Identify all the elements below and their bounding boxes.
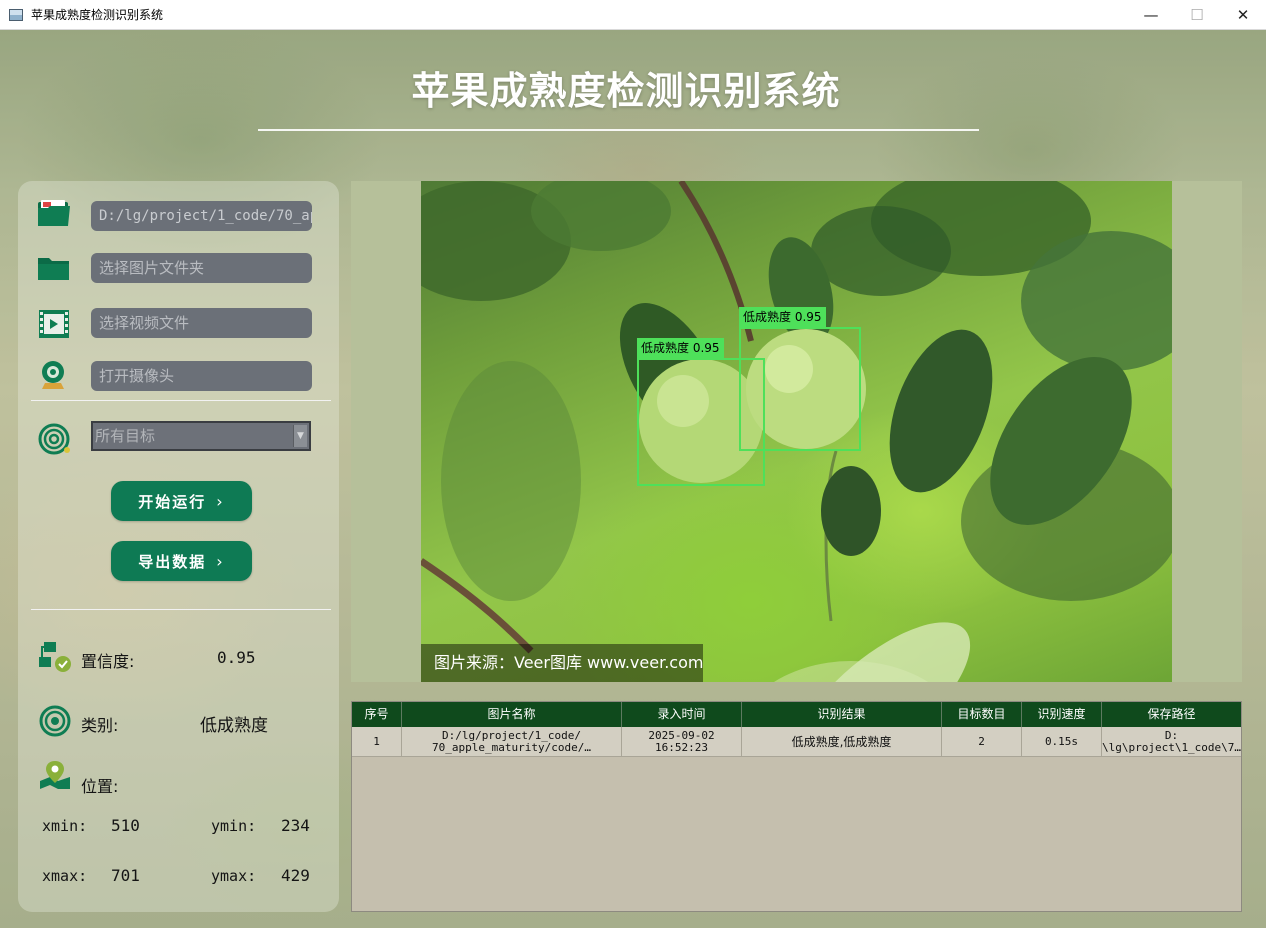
table-cell: 0.15s [1022, 727, 1102, 756]
table-cell: 1 [352, 727, 402, 756]
confidence-label: 置信度: [81, 652, 135, 671]
page-title: 苹果成熟度检测识别系统 [411, 69, 841, 113]
folder-icon[interactable] [36, 252, 72, 284]
chevron-right-icon: › [216, 551, 225, 571]
close-button[interactable]: ✕ [1220, 0, 1266, 30]
chevron-right-icon: › [216, 491, 225, 511]
detection-box[interactable] [739, 327, 861, 451]
table-cell: D:/lg/project/1_code/ 70_apple_maturity/… [402, 727, 622, 756]
ymin-label: ymin: [211, 817, 257, 835]
xmax-label: xmax: [42, 867, 88, 885]
table-header: 序号 图片名称 录入时间 识别结果 目标数目 识别速度 保存路径 [352, 702, 1241, 727]
export-button-label: 导出数据 [138, 552, 207, 571]
class-value: 低成熟度 [200, 716, 268, 736]
image-watermark: 图片来源：Veer图库 www.veer.com [421, 644, 703, 682]
detection-label: 低成熟度 0.95 [637, 338, 724, 358]
table-cell: 低成熟度,低成熟度 [742, 727, 942, 756]
column-header[interactable]: 保存路径 [1102, 702, 1241, 727]
app-icon [9, 8, 23, 21]
column-header[interactable]: 序号 [352, 702, 402, 727]
folder-select-field[interactable]: 选择图片文件夹 [91, 253, 312, 283]
maximize-button[interactable]: ☐ [1174, 0, 1220, 30]
xmin-value: 510 [111, 816, 140, 835]
window-controls: — ☐ ✕ [1128, 0, 1266, 30]
image-display-panel: 低成熟度 0.95 低成熟度 0.95 图片来源：Veer图库 www.veer… [351, 181, 1242, 682]
panel-divider [31, 609, 331, 610]
detection-image: 低成熟度 0.95 低成熟度 0.95 图片来源：Veer图库 www.veer… [421, 181, 1172, 682]
table-cell: D: \lg\project\1_code\7… [1102, 728, 1241, 754]
target-icon [38, 423, 70, 455]
image-path-field[interactable]: D:/lg/project/1_code/70_app [91, 201, 312, 231]
chevron-down-icon[interactable]: ▼ [293, 425, 307, 447]
confidence-icon [39, 642, 71, 672]
table-cell: 2025-09-02 16:52:23 [622, 727, 742, 756]
window-title: 苹果成熟度检测识别系统 [31, 8, 164, 22]
start-button[interactable]: 开始运行 › [111, 481, 252, 521]
image-file-icon[interactable] [36, 197, 72, 229]
column-header[interactable]: 目标数目 [942, 702, 1022, 727]
class-label: 类别: [81, 716, 119, 735]
column-header[interactable]: 识别速度 [1022, 702, 1102, 727]
confidence-value: 0.95 [217, 648, 256, 667]
video-select-field[interactable]: 选择视频文件 [91, 308, 312, 338]
xmin-label: xmin: [42, 817, 88, 835]
location-icon [40, 761, 70, 789]
ymax-label: ymax: [211, 867, 257, 885]
video-icon[interactable] [36, 308, 72, 340]
title-divider [258, 129, 979, 131]
ymin-value: 234 [281, 816, 310, 835]
target-select[interactable]: 所有目标 ▼ [91, 421, 311, 451]
results-table[interactable]: 序号 图片名称 录入时间 识别结果 目标数目 识别速度 保存路径 1 D:/lg… [351, 701, 1242, 912]
position-label: 位置: [81, 777, 119, 796]
xmax-value: 701 [111, 866, 140, 885]
table-cell: 2 [942, 727, 1022, 756]
camera-icon[interactable] [36, 359, 72, 391]
column-header[interactable]: 识别结果 [742, 702, 942, 727]
class-icon [39, 705, 71, 737]
column-header[interactable]: 录入时间 [622, 702, 742, 727]
ymax-value: 429 [281, 866, 310, 885]
window-titlebar: 苹果成熟度检测识别系统 — ☐ ✕ [0, 0, 1266, 30]
camera-open-field[interactable]: 打开摄像头 [91, 361, 312, 391]
detection-label: 低成熟度 0.95 [739, 307, 826, 327]
column-header[interactable]: 图片名称 [402, 702, 622, 727]
table-row[interactable]: 1 D:/lg/project/1_code/ 70_apple_maturit… [352, 727, 1241, 757]
target-select-value: 所有目标 [95, 427, 156, 445]
panel-divider [31, 400, 331, 401]
minimize-button[interactable]: — [1128, 0, 1174, 30]
export-button[interactable]: 导出数据 › [111, 541, 252, 581]
start-button-label: 开始运行 [138, 492, 207, 511]
